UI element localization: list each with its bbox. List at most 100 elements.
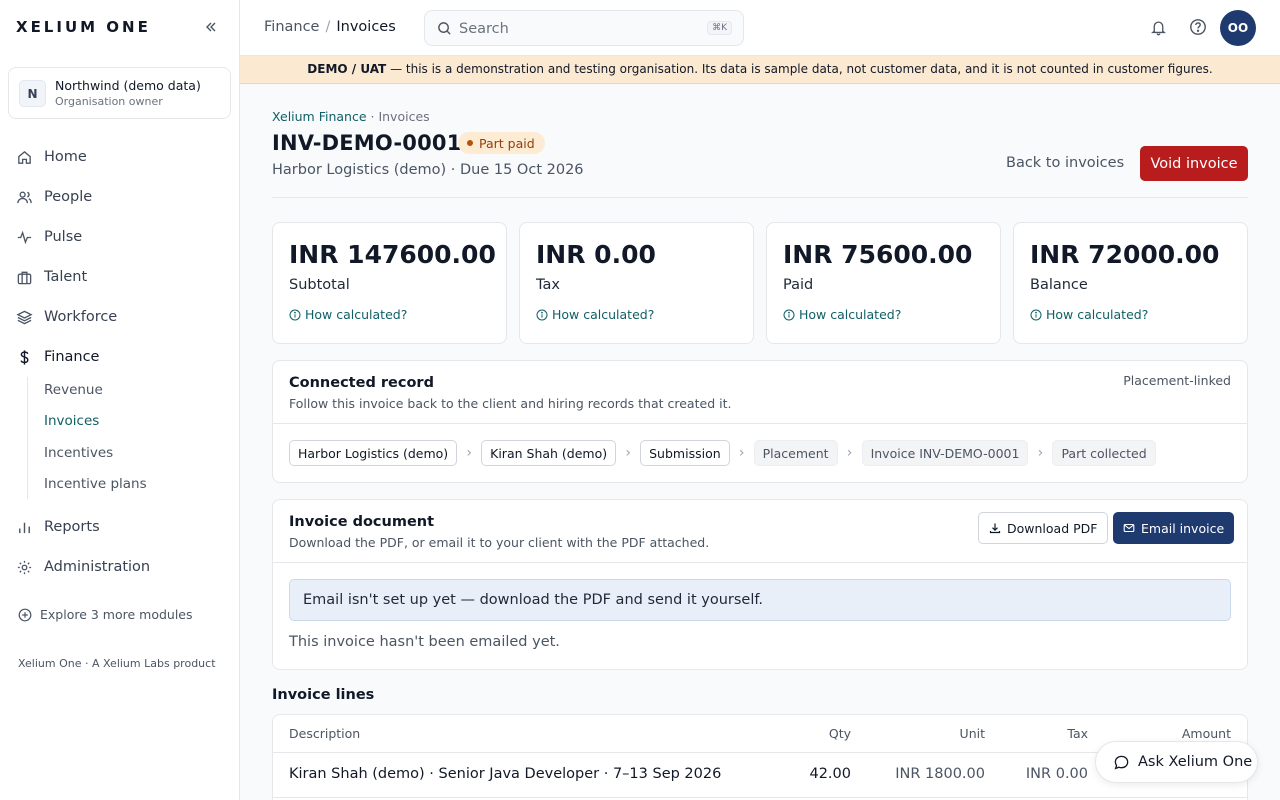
email-invoice-label: Email invoice	[1141, 520, 1225, 536]
breadcrumb-current: Invoices	[336, 19, 396, 35]
nav-home[interactable]: Home	[16, 143, 226, 171]
stat-card-subtotal: INR 147600.00 Subtotal How calculated?	[272, 222, 507, 344]
nav-pulse-label: Pulse	[44, 229, 83, 245]
chevron-right-icon: ›	[466, 445, 472, 461]
card-divider	[273, 423, 1247, 424]
collapse-sidebar-button[interactable]	[201, 17, 221, 37]
nav-workforce-label: Workforce	[44, 309, 118, 325]
search-input[interactable]	[459, 18, 689, 40]
column-header-tax: Tax	[1067, 726, 1088, 741]
mail-icon	[1123, 523, 1135, 533]
stat-value: INR 147600.00	[289, 240, 496, 269]
stat-label: Subtotal	[289, 277, 350, 293]
line-unit: INR 1800.00	[895, 766, 985, 782]
briefcase-icon	[17, 271, 32, 284]
stat-label: Tax	[536, 277, 560, 293]
info-icon	[1030, 309, 1042, 320]
nav-administration[interactable]: Administration	[16, 553, 226, 581]
stat-card-paid: INR 75600.00 Paid How calculated?	[766, 222, 1001, 344]
topbar: Finance / Invoices ⌘K OO	[240, 0, 1280, 56]
chain-client[interactable]: Harbor Logistics (demo)	[289, 440, 458, 466]
how-calculated-label: How calculated?	[305, 307, 408, 322]
home-icon	[18, 150, 31, 164]
breadcrumb-finance[interactable]: Finance	[264, 19, 319, 35]
chain-submission[interactable]: Submission	[640, 440, 730, 466]
sidebar: XELIUM ONE N Northwind (demo data) Organ…	[0, 0, 240, 800]
dollar-icon	[20, 349, 29, 365]
card-divider	[273, 562, 1247, 563]
stat-card-tax: INR 0.00 Tax How calculated?	[519, 222, 754, 344]
bar-chart-icon	[19, 522, 30, 533]
nav-reports[interactable]: Reports	[16, 513, 226, 541]
search-box[interactable]: ⌘K	[424, 10, 744, 46]
invoice-document-card: Invoice document Download the PDF, or em…	[272, 499, 1248, 670]
nav-talent-label: Talent	[44, 269, 88, 285]
chevrons-left-icon	[206, 22, 216, 32]
demo-banner-label: DEMO / UAT	[307, 62, 387, 76]
nav-people[interactable]: People	[16, 183, 226, 211]
invoice-document-description: Download the PDF, or email it to your cl…	[289, 535, 710, 550]
header-divider	[272, 197, 1248, 198]
nav-people-label: People	[44, 189, 93, 205]
download-pdf-label: Download PDF	[1007, 520, 1098, 536]
nav-reports-label: Reports	[44, 519, 100, 535]
how-calculated-link[interactable]: How calculated?	[289, 307, 407, 322]
subnav-invoices[interactable]: Invoices	[44, 413, 99, 429]
column-header-unit: Unit	[959, 726, 985, 741]
download-pdf-button[interactable]: Download PDF	[978, 512, 1109, 544]
stat-value: INR 0.00	[536, 240, 656, 269]
placement-linked-tag: Placement-linked	[1123, 373, 1231, 388]
email-not-configured-notice: Email isn't set up yet — download the PD…	[289, 579, 1231, 621]
stat-value: INR 75600.00	[783, 240, 973, 269]
connected-record-title: Connected record	[289, 375, 434, 391]
ask-assistant-button[interactable]: Ask Xelium One	[1095, 741, 1258, 783]
subnav-incentive-plans[interactable]: Incentive plans	[44, 476, 147, 492]
email-status-text: This invoice hasn't been emailed yet.	[289, 634, 560, 650]
notifications-button[interactable]	[1147, 16, 1169, 38]
column-header-amount: Amount	[1181, 726, 1231, 741]
chevron-right-icon: ›	[625, 445, 631, 461]
void-invoice-button[interactable]: Void invoice	[1140, 146, 1248, 181]
explore-modules-label: Explore 3 more modules	[40, 607, 193, 622]
nav-pulse[interactable]: Pulse	[16, 223, 226, 251]
help-button[interactable]	[1187, 16, 1209, 38]
pulse-icon	[17, 230, 32, 244]
bell-icon	[1150, 20, 1166, 35]
info-icon	[783, 309, 795, 320]
org-switcher[interactable]: N Northwind (demo data) Organisation own…	[8, 67, 231, 119]
ask-assistant-label: Ask Xelium One	[1138, 754, 1253, 770]
nav-finance[interactable]: Finance	[16, 343, 226, 371]
explore-modules-link[interactable]: Explore 3 more modules	[18, 607, 193, 622]
stat-card-balance: INR 72000.00 Balance How calculated?	[1013, 222, 1248, 344]
how-calculated-link[interactable]: How calculated?	[536, 307, 654, 322]
people-icon	[17, 191, 32, 203]
connected-record-description: Follow this invoice back to the client a…	[289, 396, 732, 411]
chain-placement: Placement	[753, 440, 838, 466]
subnav-incentives[interactable]: Incentives	[44, 445, 113, 461]
back-to-invoices-button[interactable]: Back to invoices	[1000, 146, 1130, 180]
plus-circle-icon	[18, 608, 32, 621]
nav-workforce[interactable]: Workforce	[16, 303, 226, 331]
gear-icon	[17, 560, 32, 574]
stat-label: Balance	[1030, 277, 1088, 293]
stat-value: INR 72000.00	[1030, 240, 1220, 269]
demo-banner: DEMO / UAT — this is a demonstration and…	[240, 56, 1280, 84]
org-role: Organisation owner	[55, 95, 163, 108]
page-breadcrumb-parent[interactable]: Xelium Finance	[272, 109, 367, 124]
invoice-document-title: Invoice document	[289, 514, 435, 530]
line-description: Kiran Shah (demo) · Senior Java Develope…	[289, 766, 722, 782]
nav-finance-label: Finance	[44, 349, 100, 365]
nav-talent[interactable]: Talent	[16, 263, 226, 291]
help-circle-icon	[1190, 19, 1206, 35]
page-breadcrumb: Xelium Finance · Invoices	[272, 109, 430, 124]
brand-logo: XELIUM ONE	[16, 18, 151, 36]
email-invoice-button[interactable]: Email invoice	[1113, 512, 1235, 544]
how-calculated-link[interactable]: How calculated?	[783, 307, 901, 322]
subnav-guide	[27, 377, 28, 499]
nav-home-label: Home	[44, 149, 87, 165]
subnav-revenue[interactable]: Revenue	[44, 382, 103, 398]
chain-candidate[interactable]: Kiran Shah (demo)	[481, 440, 617, 466]
user-avatar[interactable]: OO	[1220, 10, 1256, 46]
breadcrumb-separator: /	[325, 19, 331, 35]
how-calculated-link[interactable]: How calculated?	[1030, 307, 1148, 322]
